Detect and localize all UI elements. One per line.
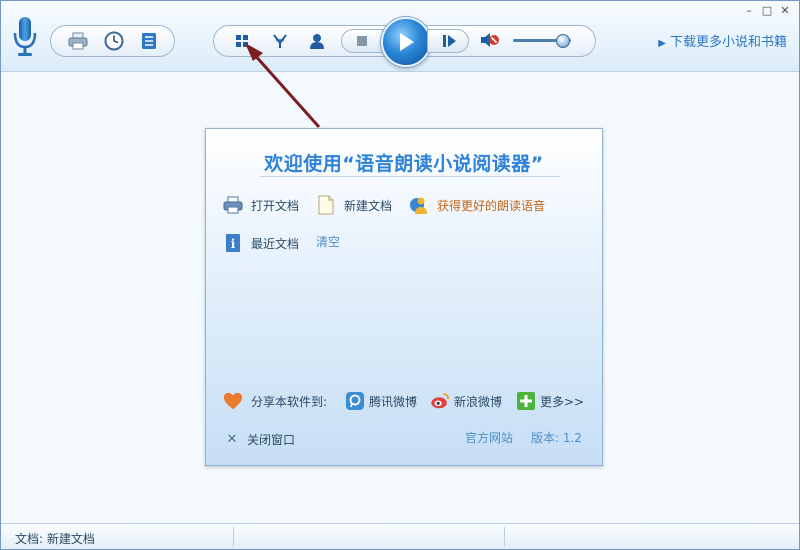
mute-icon[interactable] bbox=[480, 31, 500, 49]
official-site-label: 官方网站 bbox=[465, 431, 514, 445]
voice-settings-button[interactable] bbox=[269, 30, 291, 52]
plus-icon bbox=[517, 392, 535, 410]
download-more-label: 下载更多小说和书籍 bbox=[669, 35, 787, 50]
grid-icon bbox=[236, 35, 248, 47]
tuning-icon bbox=[273, 34, 287, 48]
close-icon[interactable]: ✕ bbox=[779, 5, 791, 17]
maximize-icon[interactable]: □ bbox=[761, 5, 773, 17]
printer-icon bbox=[68, 32, 88, 50]
timer-button[interactable] bbox=[103, 30, 125, 52]
open-document-label: 打开文档 bbox=[251, 198, 300, 213]
close-window-label: 关闭窗口 bbox=[247, 432, 296, 447]
info-document-icon: i bbox=[226, 234, 240, 252]
tencent-weibo-label: 腾讯微博 bbox=[369, 394, 418, 409]
recent-documents-label: 最近文档 bbox=[251, 236, 300, 251]
stop-icon bbox=[357, 36, 367, 46]
chapter-grid-button[interactable] bbox=[231, 30, 253, 52]
heart-icon bbox=[223, 392, 243, 410]
recent-documents-item[interactable]: i 最近文档 bbox=[223, 233, 299, 253]
volume-slider-knob[interactable] bbox=[556, 34, 570, 48]
person-icon bbox=[310, 34, 324, 49]
print-button[interactable] bbox=[67, 30, 89, 52]
close-x-icon: ✕ bbox=[226, 431, 238, 447]
version-info: 版本: 1.2 bbox=[531, 429, 582, 446]
voice-user-icon bbox=[410, 197, 427, 214]
microphone-icon bbox=[13, 17, 37, 56]
dialog-title: 欢迎使用“语音朗读小说阅读器” bbox=[264, 153, 544, 175]
sina-weibo-label: 新浪微博 bbox=[454, 394, 503, 409]
sina-weibo-link[interactable]: 新浪微博 bbox=[430, 391, 502, 411]
better-voice-item[interactable]: 获得更好的朗读语音 bbox=[409, 195, 545, 215]
close-window-button[interactable]: ✕ 关闭窗口 bbox=[225, 429, 295, 449]
new-document-item[interactable]: 新建文档 bbox=[316, 195, 392, 215]
open-document-item[interactable]: 打开文档 bbox=[223, 195, 299, 215]
tencent-weibo-link[interactable]: 腾讯微博 bbox=[345, 391, 417, 411]
app-window: ▶下载更多小说和书籍 – □ ✕ 欢迎使用“语音朗读小说阅读器” 打开文档 新 bbox=[0, 0, 800, 550]
printer-icon bbox=[223, 196, 243, 214]
stop-button[interactable] bbox=[341, 29, 383, 53]
toolbar: ▶ 下载更多小说和书籍 – □ ✕ bbox=[1, 1, 799, 72]
status-document: 文档: 新建文档 bbox=[15, 532, 95, 546]
status-divider bbox=[504, 527, 505, 547]
speaker-voice-button[interactable] bbox=[306, 30, 328, 52]
title-divider bbox=[260, 176, 560, 177]
more-label: 更多>> bbox=[540, 394, 585, 409]
official-site-link[interactable]: 官方网站 bbox=[465, 429, 513, 446]
document-list-button[interactable] bbox=[138, 30, 160, 52]
status-bar: 文档: 新建文档 bbox=[1, 523, 799, 549]
play-triangle-icon: ▶ bbox=[658, 38, 666, 49]
list-icon bbox=[142, 33, 156, 49]
share-to-label: 分享本软件到: bbox=[251, 394, 328, 409]
utility-button-group bbox=[50, 25, 175, 57]
play-button[interactable] bbox=[381, 17, 431, 67]
welcome-dialog: 欢迎使用“语音朗读小说阅读器” 打开文档 新建文档 获得更好的朗读语音 i 最近… bbox=[205, 128, 603, 466]
sina-weibo-icon bbox=[431, 392, 450, 409]
share-section: 分享本软件到: bbox=[223, 391, 327, 411]
clear-recent-link[interactable]: 清空 bbox=[316, 233, 340, 250]
download-more-link[interactable]: ▶ 下载更多小说和书籍 bbox=[658, 31, 787, 50]
clock-icon bbox=[104, 31, 124, 51]
minimize-icon[interactable]: – bbox=[743, 5, 755, 17]
next-button[interactable] bbox=[427, 29, 469, 53]
more-share-link[interactable]: 更多>> bbox=[516, 391, 584, 411]
new-document-label: 新建文档 bbox=[344, 198, 393, 213]
status-divider bbox=[233, 527, 234, 547]
skip-forward-icon bbox=[443, 35, 456, 47]
better-voice-label: 获得更好的朗读语音 bbox=[437, 198, 546, 213]
window-controls: – □ ✕ bbox=[743, 5, 791, 17]
play-icon bbox=[400, 33, 414, 51]
clear-label: 清空 bbox=[316, 235, 341, 249]
tencent-weibo-icon bbox=[346, 392, 364, 410]
new-file-icon bbox=[318, 195, 334, 215]
version-label: 版本: 1.2 bbox=[531, 431, 582, 445]
svg-text:i: i bbox=[231, 237, 236, 251]
